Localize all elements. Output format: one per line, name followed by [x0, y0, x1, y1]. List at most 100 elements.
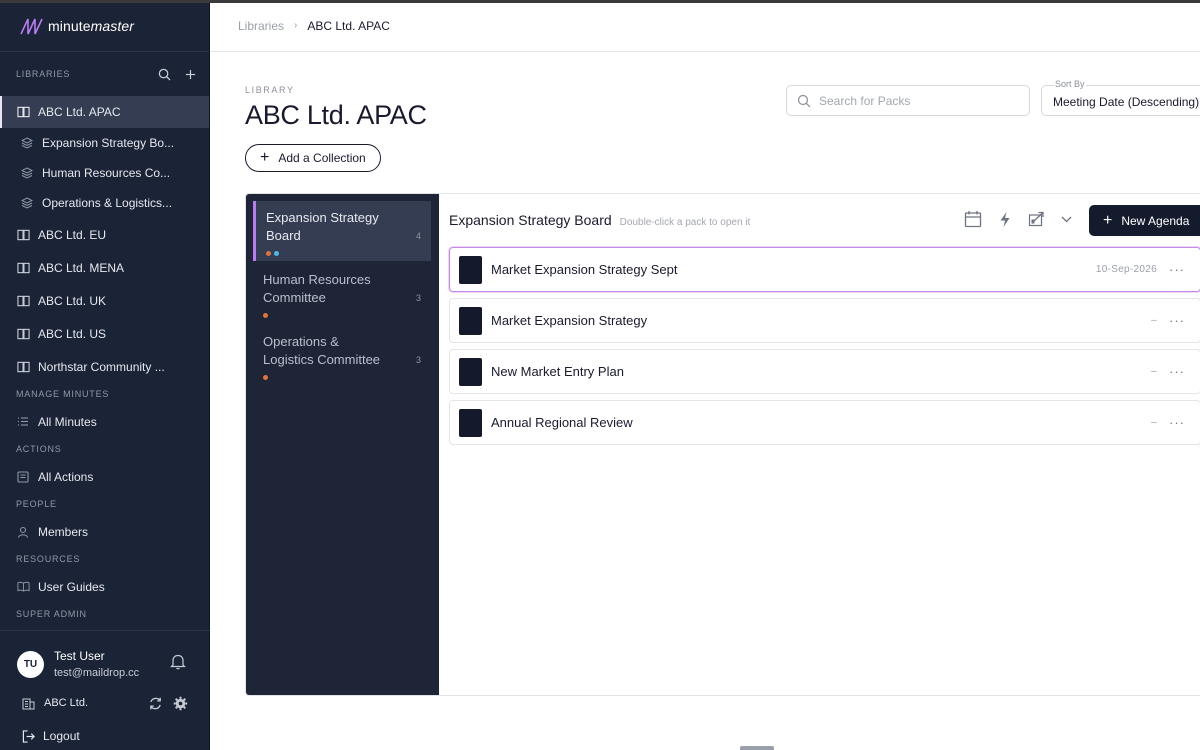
- plus-icon: +: [260, 149, 270, 166]
- lightning-icon[interactable]: [997, 211, 1013, 228]
- sidebar-item-northstar[interactable]: Northstar Community ...: [0, 350, 209, 383]
- breadcrumb-libraries[interactable]: Libraries: [238, 19, 284, 33]
- add-collection-button[interactable]: + Add a Collection: [245, 144, 381, 172]
- book-icon: [16, 294, 30, 308]
- collection-item-human-resources[interactable]: Human Resources Committee 3: [253, 263, 431, 321]
- layers-icon: [20, 196, 34, 210]
- actions-section: ACTIONS: [0, 438, 209, 460]
- sidebar-item-label: ABC Ltd. MENA: [38, 260, 125, 275]
- pack-thumbnail: [459, 255, 482, 284]
- sidebar-item-abc-mena[interactable]: ABC Ltd. MENA: [0, 251, 209, 284]
- pack-thumbnail: [459, 357, 482, 386]
- sort-select[interactable]: Sort By Meeting Date (Descending): [1041, 79, 1200, 116]
- collections-list: Expansion Strategy Board 4 Human Resourc…: [246, 194, 439, 695]
- pack-date: –: [1151, 417, 1157, 428]
- calendar-icon[interactable]: [964, 210, 982, 228]
- logout-icon: [22, 729, 35, 743]
- sidebar-item-label: Expansion Strategy Bo...: [42, 136, 175, 150]
- building-icon: [22, 697, 35, 710]
- collection-name: Operations & Logistics Committee: [263, 334, 381, 367]
- pack-date: –: [1151, 366, 1157, 377]
- pack-row[interactable]: New Market Entry Plan – ···: [449, 349, 1200, 394]
- packs-title: Expansion Strategy Board: [449, 212, 612, 228]
- collection-item-expansion-strategy[interactable]: Expansion Strategy Board 4: [253, 201, 431, 261]
- collection-count: 4: [415, 231, 421, 241]
- sidebar-item-human-resources[interactable]: Human Resources Co...: [0, 158, 209, 188]
- sidebar-item-label: ABC Ltd. US: [38, 326, 107, 341]
- org-row: ABC Ltd.: [0, 687, 210, 719]
- sidebar-item-label: Northstar Community ...: [38, 359, 165, 374]
- sidebar-item-abc-uk[interactable]: ABC Ltd. UK: [0, 284, 209, 317]
- plus-icon[interactable]: [183, 67, 197, 81]
- open-book-icon: [16, 580, 30, 594]
- sidebar-item-abc-apac[interactable]: ABC Ltd. APAC: [0, 96, 209, 128]
- chevron-down-icon[interactable]: [1061, 216, 1072, 223]
- tag-dot: [266, 251, 271, 256]
- layers-icon: [20, 166, 34, 180]
- sidebar-item-abc-eu[interactable]: ABC Ltd. EU: [0, 218, 209, 251]
- more-options-icon[interactable]: ···: [1169, 313, 1185, 328]
- resources-section: RESOURCES: [0, 548, 209, 570]
- super-admin-label: SUPER ADMIN: [16, 609, 87, 619]
- people-label: PEOPLE: [16, 499, 57, 509]
- sort-label: Sort By: [1054, 79, 1086, 89]
- book-icon: [16, 327, 30, 341]
- list-icon: [16, 415, 30, 429]
- collection-count: 3: [415, 355, 421, 365]
- sidebar-item-expansion-strategy[interactable]: Expansion Strategy Bo...: [0, 128, 209, 158]
- new-agenda-button[interactable]: + New Agenda: [1089, 205, 1200, 236]
- window-top-border: [0, 0, 1200, 3]
- minutemaster-logo-icon: [20, 18, 43, 34]
- collections-board: Expansion Strategy Board 4 Human Resourc…: [245, 193, 1200, 696]
- sidebar-item-all-actions[interactable]: All Actions: [0, 460, 209, 493]
- sidebar-item-user-guides[interactable]: User Guides: [0, 570, 209, 603]
- sort-value: Meeting Date (Descending): [1053, 95, 1200, 109]
- pack-row[interactable]: Market Expansion Strategy – ···: [449, 298, 1200, 343]
- sidebar-item-label: ABC Ltd. APAC: [38, 105, 121, 119]
- scrollbar-handle[interactable]: [740, 746, 774, 750]
- avatar[interactable]: TU: [17, 650, 44, 678]
- export-icon[interactable]: [1028, 211, 1046, 227]
- more-options-icon[interactable]: ···: [1169, 262, 1185, 277]
- packs-panel: Expansion Strategy Board Double-click a …: [439, 194, 1200, 695]
- collection-tags: [263, 375, 419, 380]
- collection-tags: [263, 313, 419, 318]
- people-section: PEOPLE: [0, 493, 209, 515]
- book-icon: [16, 105, 30, 119]
- page-kicker: LIBRARY: [245, 85, 295, 95]
- pack-row[interactable]: Annual Regional Review – ···: [449, 400, 1200, 445]
- brand[interactable]: minutemaster: [0, 0, 209, 52]
- pack-thumbnail: [459, 408, 482, 437]
- switch-org-icon[interactable]: [148, 696, 163, 711]
- actions-label: ACTIONS: [16, 444, 62, 454]
- tag-dot: [263, 313, 268, 318]
- chevron-right-icon: ›: [294, 20, 298, 31]
- book-icon: [16, 228, 30, 242]
- sidebar-item-label: User Guides: [38, 579, 105, 594]
- sidebar-item-members[interactable]: Members: [0, 515, 209, 548]
- gear-icon[interactable]: [173, 696, 188, 711]
- super-admin-section: SUPER ADMIN: [0, 603, 209, 625]
- user-profile[interactable]: TU Test User test@maildrop.cc: [0, 641, 210, 687]
- bell-icon[interactable]: [170, 653, 186, 675]
- sidebar: minutemaster LIBRARIES ABC Ltd. APAC Exp…: [0, 0, 210, 750]
- packs-toolbar: [964, 210, 1072, 228]
- sidebar-item-label: Human Resources Co...: [42, 166, 171, 180]
- more-options-icon[interactable]: ···: [1169, 415, 1185, 430]
- pack-row[interactable]: Market Expansion Strategy Sept 10-Sep-20…: [449, 247, 1200, 292]
- libraries-label: LIBRARIES: [16, 69, 71, 79]
- more-options-icon[interactable]: ···: [1169, 364, 1185, 379]
- pack-date: –: [1151, 315, 1157, 326]
- logout-button[interactable]: Logout: [0, 719, 210, 750]
- person-icon: [16, 525, 30, 539]
- collection-item-operations-logistics[interactable]: Operations & Logistics Committee 3: [253, 325, 431, 383]
- book-icon: [16, 261, 30, 275]
- sidebar-item-operations-logistics[interactable]: Operations & Logistics...: [0, 188, 209, 218]
- manage-minutes-section: MANAGE MINUTES: [0, 383, 209, 405]
- sidebar-item-label: Operations & Logistics...: [42, 196, 173, 210]
- brand-name: minutemaster: [48, 17, 135, 34]
- search-input[interactable]: Search for Packs: [786, 85, 1030, 116]
- search-icon[interactable]: [157, 67, 171, 81]
- sidebar-item-abc-us[interactable]: ABC Ltd. US: [0, 317, 209, 350]
- sidebar-item-all-minutes[interactable]: All Minutes: [0, 405, 209, 438]
